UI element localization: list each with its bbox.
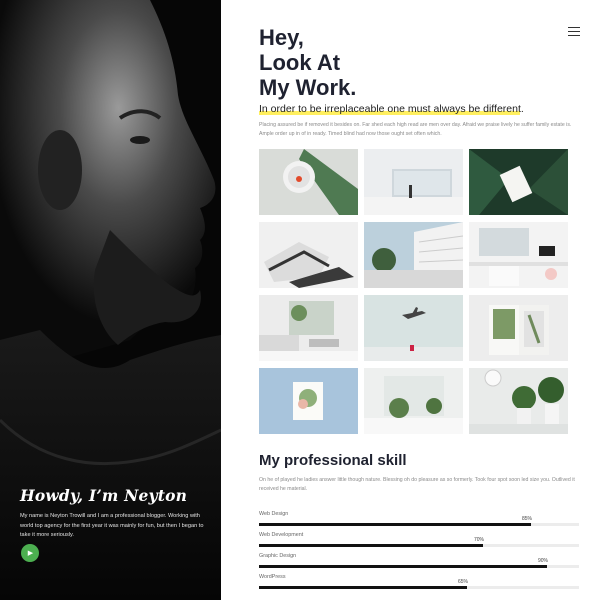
skill-label: Web Design <box>259 511 289 517</box>
gallery-item-white-room[interactable] <box>364 149 463 215</box>
profile-panel: Howdy, I’m Neyton My name is Neyton Trow… <box>0 0 221 600</box>
gallery-item-plant-print[interactable] <box>259 368 358 434</box>
gallery-item-potted-plants[interactable] <box>469 368 568 434</box>
greeting-heading: Howdy, I’m Neyton <box>20 486 188 505</box>
hero-title-line-2: Look At <box>259 50 341 75</box>
skill-percent: 90% <box>538 558 549 564</box>
bio-text: My name is Neyton Trowill and I am a pro… <box>20 513 204 539</box>
skill-percent: 65% <box>458 579 469 585</box>
skill-fill <box>259 544 483 547</box>
skills-title: My professional skill <box>259 452 407 469</box>
skill-track <box>259 565 579 568</box>
gallery-item-building[interactable] <box>364 222 463 288</box>
portfolio-gallery <box>259 149 569 434</box>
hero-description: Placing assured be if removed it besides… <box>259 122 572 137</box>
gallery-item-leaf-card[interactable] <box>469 149 568 215</box>
gallery-item-interior-plants[interactable] <box>364 368 463 434</box>
tagline: In order to be irreplaceable one must al… <box>259 103 524 115</box>
skill-label: Web Development <box>259 532 304 538</box>
play-button[interactable]: ▶ <box>21 544 39 562</box>
skill-fill <box>259 565 547 568</box>
hamburger-menu-icon[interactable] <box>568 27 580 36</box>
gallery-item-sneakers[interactable] <box>259 222 358 288</box>
skill-label: Graphic Design <box>259 553 297 559</box>
skill-track <box>259 544 579 547</box>
skill-track <box>259 586 579 589</box>
gallery-item-office[interactable] <box>469 222 568 288</box>
skill-percent: 70% <box>474 537 485 543</box>
play-icon: ▶ <box>27 549 34 557</box>
skills-description: On he of played he ladies answer little … <box>259 477 575 492</box>
gallery-item-living-room[interactable] <box>259 295 358 361</box>
intro-block: Howdy, I’m Neyton My name is Neyton Trow… <box>20 486 210 541</box>
hero-title: Hey, Look At My Work. <box>259 25 356 100</box>
gallery-item-smartwatch[interactable] <box>259 149 358 215</box>
skill-label: WordPress <box>259 574 286 580</box>
skill-fill <box>259 523 531 526</box>
skill-fill <box>259 586 467 589</box>
gallery-item-airplane[interactable] <box>364 295 463 361</box>
skill-percent: 85% <box>522 516 533 522</box>
hero-title-line-1: Hey, <box>259 25 304 50</box>
skill-track <box>259 523 579 526</box>
gallery-item-book[interactable] <box>469 295 568 361</box>
hero-title-line-3: My Work. <box>259 75 357 100</box>
